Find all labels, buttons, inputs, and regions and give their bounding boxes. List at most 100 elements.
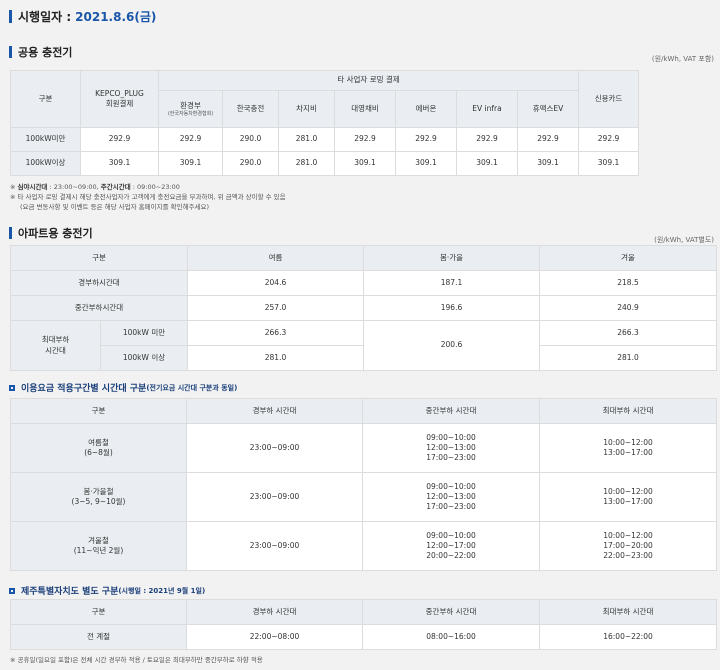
square-bullet-icon (9, 384, 15, 391)
heading-bar (9, 46, 12, 58)
public-head-provider: EV infra (456, 90, 518, 128)
time-slot: 22:00~23:00 (603, 551, 653, 561)
apt-unit: (원/kWh, VAT별도) (654, 236, 714, 244)
row-label: 전 계절 (10, 624, 187, 650)
season-label: 겨울철 (11~익년 2월) (10, 521, 187, 571)
public-head-kepco: KEPCO_PLUG 회원결제 (80, 70, 159, 128)
periods-title: 이용요금 적용구간별 시간대 구분 (전기요금 시간대 구분과 동일) (9, 381, 237, 394)
time-slot: 13:00~17:00 (603, 448, 653, 457)
public-head-provider: 휴맥스EV (516, 90, 580, 128)
apt-head-gubun: 구분 (10, 245, 188, 271)
price-cell: 292.9 (456, 127, 518, 152)
row-label: 100kW이상 (10, 151, 81, 176)
jeju-table: 구분 경부하 시간대 중간부하 시간대 최대부하 시간대 전 계절 22:00~… (10, 599, 717, 650)
time-slot: 09:00~10:00 (426, 530, 476, 540)
peak-times: 10:00~12:00 17:00~20:00 22:00~23:00 (539, 521, 717, 571)
note-day-label: 주간시간대 (100, 183, 131, 191)
peak-label-1: 최대부하 (41, 335, 70, 345)
row-label-peak: 최대부하 시간대 (10, 320, 101, 371)
price-cell: 257.0 (187, 295, 364, 321)
table-row: 겨울철 (11~익년 2월) 23:00~09:00 09:00~10:00 12:… (10, 521, 717, 571)
light-time: 23:00~09:00 (186, 472, 363, 522)
price-cell: 200.6 (363, 320, 540, 371)
price-cell: 281.0 (278, 151, 335, 176)
price-cell: 266.3 (539, 320, 717, 346)
price-cell: 281.0 (187, 345, 364, 371)
note-roaming: ※ 타 사업자 로밍 결제시 해당 충전사업자가 고객에게 충전요금을 부과하며… (10, 192, 286, 201)
note-website: (요금 변동사항 및 이벤트 등은 해당 사업자 홈페이지를 확인해주세요) (20, 202, 210, 211)
heading-bar (9, 227, 12, 239)
periods-title-text: 이용요금 적용구간별 시간대 구분 (21, 384, 147, 394)
jeju-note: ※ 공휴일(일요일 포함)은 전체 시간 경부하 적용 / 토요일은 최대부하만… (10, 656, 263, 664)
public-head-roaming: 타 사업자 로밍 결제 (157, 70, 580, 91)
price-cell: 309.1 (456, 151, 518, 176)
apt-head-winter: 겨울 (539, 245, 717, 271)
mid-time: 08:00~16:00 (362, 624, 540, 650)
price-cell: 204.6 (187, 270, 364, 296)
row-label: 100kW미만 (10, 127, 81, 152)
time-slot: 10:00~12:00 (603, 530, 653, 540)
light-time: 23:00~09:00 (186, 423, 363, 473)
time-slot: 17:00~23:00 (426, 453, 476, 463)
note-night-label: 심야시간대 (17, 183, 48, 191)
table-row: 100kW미만 292.9 292.9 290.0 281.0 292.9 29… (10, 127, 640, 152)
public-head-provider: 한국충전 (222, 90, 279, 128)
price-cell: 266.3 (187, 320, 364, 346)
periods-title-small: (전기요금 시간대 구분과 동일) (146, 383, 238, 392)
table-row: 여름철 (6~8월) 23:00~09:00 09:00~10:00 12:00~1… (10, 423, 717, 473)
row-label: 경부하시간대 (10, 270, 188, 296)
time-slot: 17:00~20:00 (603, 540, 653, 550)
apt-price-table: 구분 여름 봄·가을 겨울 경부하시간대 204.6 187.1 218.5 중… (10, 245, 717, 371)
peak-time: 16:00~22:00 (539, 624, 717, 650)
public-head-credit: 신용카드 (578, 70, 640, 128)
price-cell: 281.0 (539, 345, 717, 371)
price-cell: 309.1 (578, 151, 640, 176)
price-cell: 196.6 (363, 295, 540, 321)
hwan-label: 환경부 (180, 100, 201, 110)
price-cell: 187.1 (363, 270, 540, 296)
note-night-time: : 23:00~09:00, (47, 183, 101, 191)
table-row: 중간부하시간대 257.0 196.6 240.9 (10, 295, 717, 321)
jeju-head-peak: 최대부하 시간대 (539, 599, 717, 625)
table-row: 100kW이상 309.1 309.1 290.0 281.0 309.1 30… (10, 151, 640, 176)
time-slot: 13:00~17:00 (603, 497, 653, 506)
table-row: 봄·가을철 (3~5, 9~10월) 23:00~09:00 09:00~10:0… (10, 472, 717, 522)
season-name: 봄·가을철 (83, 486, 114, 496)
jeju-head-mid: 중간부하 시간대 (362, 599, 540, 625)
public-price-table: 구분 KEPCO_PLUG 회원결제 타 사업자 로밍 결제 신용카드 환경부 (한… (10, 70, 640, 176)
time-slot: 09:00~10:00 (426, 481, 476, 491)
note-time-periods: ※ 심야시간대 : 23:00~09:00, 주간시간대 : 09:00~23:… (10, 183, 180, 191)
hwan-sub-label: (한국자동차환경협회) (167, 110, 214, 117)
periods-head-mid: 중간부하 시간대 (362, 398, 540, 424)
row-sublabel: 100kW 미만 (100, 320, 188, 346)
time-slot: 10:00~12:00 (603, 437, 653, 447)
apt-charger-title-text: 아파트용 충전기 (18, 227, 93, 240)
public-charger-title: 공용 충전기 (9, 44, 72, 60)
season-months: (3~5, 9~10월) (71, 497, 126, 506)
heading-bar (9, 10, 12, 23)
periods-head-peak: 최대부하 시간대 (539, 398, 717, 424)
jeju-title: 제주특별자치도 별도 구분 (시행일 : 2021년 9월 1일) (9, 584, 205, 597)
price-cell: 292.9 (516, 127, 580, 152)
table-row: 경부하시간대 204.6 187.1 218.5 (10, 270, 717, 296)
time-slot: 12:00~13:00 (426, 491, 476, 501)
light-time: 23:00~09:00 (186, 521, 363, 571)
season-months: (6~8월) (84, 448, 113, 457)
price-cell: 309.1 (158, 151, 223, 176)
periods-table: 구분 경부하 시간대 중간부하 시간대 최대부하 시간대 여름철 (6~8월) 2… (10, 398, 717, 571)
peak-label-2: 시간대 (45, 345, 66, 355)
effective-date-value: 2021.8.6(금) (75, 10, 157, 24)
mid-times: 09:00~10:00 12:00~17:00 20:00~22:00 (362, 521, 540, 571)
public-head-provider: 에버온 (395, 90, 457, 128)
light-time: 22:00~08:00 (186, 624, 363, 650)
public-charger-title-text: 공용 충전기 (18, 46, 73, 59)
price-cell: 292.9 (578, 127, 640, 152)
price-cell: 309.1 (516, 151, 580, 176)
price-cell: 240.9 (539, 295, 717, 321)
time-slot: 20:00~22:00 (426, 551, 476, 561)
jeju-title-small: (시행일 : 2021년 9월 1일) (118, 586, 206, 595)
row-label: 중간부하시간대 (10, 295, 188, 321)
public-notes: ※ 심야시간대 : 23:00~09:00, 주간시간대 : 09:00~23:… (10, 183, 286, 212)
time-slot: 17:00~23:00 (426, 502, 476, 512)
jeju-head-gubun: 구분 (10, 599, 187, 625)
